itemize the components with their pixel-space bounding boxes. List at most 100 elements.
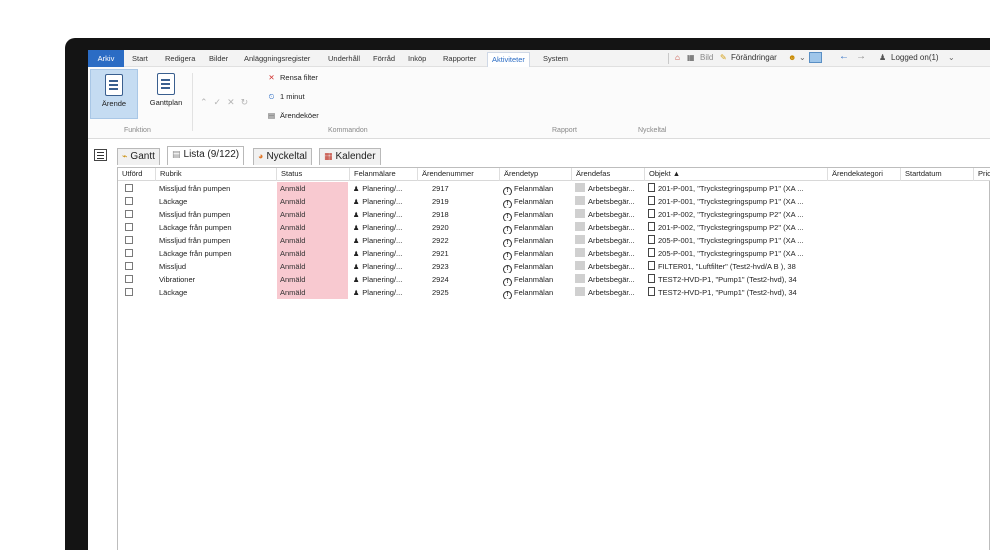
cell-utford: [118, 247, 156, 260]
chevron-down-icon[interactable]: ⌄: [799, 53, 806, 62]
cell-arendetyp: ! Felanmälan: [500, 260, 572, 273]
cell-status: Anmäld: [277, 286, 348, 299]
cell-arendetyp: ! Felanmälan: [500, 221, 572, 234]
done-checkbox[interactable]: [125, 223, 133, 231]
image-icon[interactable]: ▦: [687, 53, 695, 62]
menu-underhall[interactable]: Underhåll: [328, 54, 360, 63]
alert-circle-icon: !: [503, 265, 512, 273]
menu-bilder[interactable]: Bilder: [209, 54, 228, 63]
column-startdatum[interactable]: Startdatum: [901, 168, 974, 181]
object-document-icon: [648, 196, 655, 205]
menu-anlaggningsregister[interactable]: Anläggningsregister: [244, 54, 310, 63]
cell-status-text: Anmäld: [280, 249, 306, 258]
table-row[interactable]: Missljud från pumpen Anmäld ♟ Planering/...…: [118, 182, 990, 195]
menu-system[interactable]: System: [543, 54, 568, 63]
column-objekt[interactable]: Objekt ▲: [645, 168, 828, 181]
gantt-icon: ⌁: [122, 151, 128, 161]
cell-felanmalare: ♟ Planering/...: [350, 260, 418, 273]
refresh-interval-button[interactable]: ⏲ 1 minut: [266, 92, 305, 102]
bild-label[interactable]: Bild: [700, 53, 713, 62]
cell-objekt-text: FILTER01, "Luftfilter" (Test2-hvd/A B ),…: [658, 262, 796, 271]
done-checkbox[interactable]: [125, 249, 133, 257]
cell-objekt: 201-P-002, "Tryckstegringspump P2" (XA .…: [645, 208, 828, 221]
changes-label[interactable]: Förändringar: [731, 53, 777, 62]
group-funktion-label: Funktion: [124, 127, 151, 134]
column-felanmalare[interactable]: Felanmälare: [350, 168, 418, 181]
column-prio[interactable]: Prio: [974, 168, 990, 181]
ganttplan-button[interactable]: Ganttplan: [142, 69, 190, 119]
menu-start[interactable]: Start: [132, 54, 148, 63]
arendekoer-button[interactable]: ▤ Ärendeköer: [266, 111, 319, 120]
column-arendekategori[interactable]: Ärendekategori: [828, 168, 901, 181]
cell-rubrik-text: Läckage från pumpen: [159, 249, 232, 258]
cell-objekt-text: TEST2-HVD-P1, "Pump1" (Test2-hvd), 34: [658, 288, 797, 297]
done-checkbox[interactable]: [125, 275, 133, 283]
done-checkbox[interactable]: [125, 210, 133, 218]
cell-felanmalare: ♟ Planering/...: [350, 273, 418, 286]
table-row[interactable]: Missljud från pumpen Anmäld ♟ Planering/...…: [118, 234, 990, 247]
cell-arendefas-text: Arbetsbegär...: [588, 275, 635, 284]
arende-button[interactable]: Ärende: [90, 69, 138, 119]
tab-lista[interactable]: ▤ Lista (9/122): [167, 146, 245, 165]
hamburger-menu-icon[interactable]: [94, 149, 107, 161]
menu-aktiviteter[interactable]: Aktiviteter: [487, 52, 530, 67]
table-row[interactable]: Missljud från pumpen Anmäld ♟ Planering/...…: [118, 208, 990, 221]
cell-arendenummer-text: 2920: [432, 223, 449, 232]
ribbon: Ärende Ganttplan ⌃✓✕↻ ✕ Rensa filter ⏲ 1 m…: [88, 67, 990, 139]
column-arendetyp[interactable]: Ärendetyp: [500, 168, 572, 181]
column-rubrik[interactable]: Rubrik: [156, 168, 277, 181]
cell-arendenummer: 2918: [418, 208, 500, 221]
table-row[interactable]: Missljud Anmäld ♟ Planering/... 2923! Felanmä…: [118, 260, 990, 273]
column-status[interactable]: Status: [277, 168, 350, 181]
back-arrow-icon[interactable]: ←: [839, 51, 849, 62]
screen-icon[interactable]: [809, 52, 822, 63]
tab-nyckeltal[interactable]: ◕ Nyckeltal: [253, 148, 313, 165]
ganttplan-label: Ganttplan: [149, 98, 183, 107]
tab-gantt[interactable]: ⌁ Gantt: [117, 148, 160, 165]
cell-arendenummer: 2922: [418, 234, 500, 247]
cell-arendenummer-text: 2921: [432, 249, 449, 258]
tab-kalender-label: Kalender: [335, 151, 376, 162]
cell-arendenummer: 2917: [418, 182, 500, 195]
tab-nyckeltal-label: Nyckeltal: [266, 151, 308, 162]
column-arendefas[interactable]: Ärendefas: [572, 168, 645, 181]
done-checkbox[interactable]: [125, 288, 133, 296]
table-row[interactable]: Vibrationer Anmäld ♟ Planering/... 2924! Fela…: [118, 273, 990, 286]
done-checkbox[interactable]: [125, 262, 133, 270]
cell-status: Anmäld: [277, 182, 348, 195]
cell-felanmalare: ♟ Planering/...: [350, 221, 418, 234]
cell-rubrik: Vibrationer: [156, 273, 277, 286]
cancel-icon: ✕: [227, 97, 241, 107]
logged-on-chevron-icon[interactable]: ⌄: [948, 53, 955, 62]
person-icon: ♟: [353, 238, 360, 245]
gantt-document-icon: [157, 73, 175, 95]
cell-rubrik-text: Läckage: [159, 288, 188, 297]
column-utford[interactable]: Utförd: [118, 168, 156, 181]
user-badge-icon[interactable]: ☻: [788, 53, 796, 62]
forward-arrow-icon[interactable]: →: [856, 51, 866, 62]
cell-rubrik-text: Missljud från pumpen: [159, 184, 231, 193]
menu-inkop[interactable]: Inköp: [408, 54, 426, 63]
cell-objekt-text: 205-P-001, "Tryckstegringspump P1" (XA .…: [658, 236, 804, 245]
table-row[interactable]: Läckage Anmäld ♟ Planering/... 2919! Felanmäl…: [118, 195, 990, 208]
done-checkbox[interactable]: [125, 197, 133, 205]
tab-lista-label: Lista (9/122): [183, 149, 240, 160]
table-row[interactable]: Läckage Anmäld ♟ Planering/... 2925! Felanmäl…: [118, 286, 990, 299]
tab-kalender[interactable]: ▦ Kalender: [319, 148, 381, 165]
rensa-filter-button[interactable]: ✕ Rensa filter: [266, 73, 318, 82]
table-row[interactable]: Läckage från pumpen Anmäld ♟ Planering/... 2…: [118, 247, 990, 260]
cell-felanmalare-text: Planering/...: [362, 288, 403, 297]
column-arendenummer[interactable]: Ärendenummer: [418, 168, 500, 181]
table-row[interactable]: Läckage från pumpen Anmäld ♟ Planering/... 2…: [118, 221, 990, 234]
person-icon: ♟: [353, 199, 360, 206]
menu-rapporter[interactable]: Rapporter: [443, 54, 476, 63]
done-checkbox[interactable]: [125, 236, 133, 244]
menu-redigera[interactable]: Redigera: [165, 54, 195, 63]
done-checkbox[interactable]: [125, 184, 133, 192]
menu-arkiv[interactable]: Arkiv: [88, 50, 124, 67]
home-icon[interactable]: ⌂: [675, 53, 680, 62]
menu-forrad[interactable]: Förråd: [373, 54, 395, 63]
cell-rubrik: Missljud: [156, 260, 277, 273]
cell-arendefas: Arbetsbegär...: [572, 221, 645, 234]
logged-on-label[interactable]: Logged on(1): [891, 53, 939, 62]
